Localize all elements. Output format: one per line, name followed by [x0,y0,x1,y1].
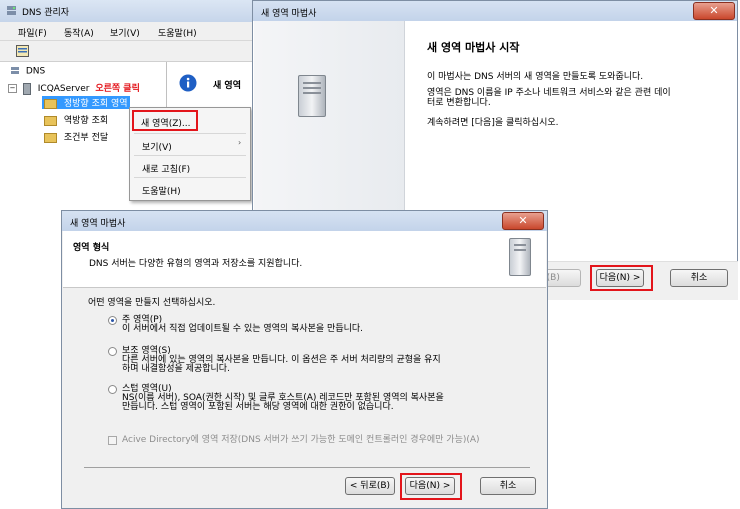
conditional-forwarders-label: 조건부 전달 [63,133,109,143]
dns-menubar: 파일(F) 동작(A) 보기(V) 도움말(H) [0,22,252,41]
ctx-separator [134,133,246,134]
zone-type-description: DNS 서버는 다양한 유형의 영역과 저장소를 지원합니다. [89,259,303,269]
submenu-arrow-icon: › [238,138,242,147]
highlight-next-button [400,473,462,500]
secondary-zone-desc-line2: 하며 내결함성을 제공합니다. [122,364,230,374]
primary-zone-radio[interactable] [108,316,117,325]
wizard-start-titlebar: 새 영역 마법사 ✕ [253,1,737,21]
folder-icon [44,98,57,109]
close-icon[interactable]: ✕ [693,2,735,20]
highlight-next-button [590,265,653,291]
wizard-zone-type-title: 새 영역 마법사 [70,219,126,229]
back-button[interactable]: < 뒤로(B) [345,477,395,495]
details-title: 새 영역 [213,81,241,91]
tree-node-server[interactable]: − ICQAServer 오른쪽 클릭 [8,81,140,95]
ctx-help[interactable]: 도움말(H) [142,184,181,197]
tree-node-dns[interactable]: DNS [10,66,45,77]
menu-view[interactable]: 보기(V) [110,26,140,39]
dns-node-icon [11,67,19,74]
dns-manager-title: DNS 관리자 [22,8,70,18]
wizard-start-para2-line2: 터로 변환합니다. [427,98,491,108]
collapse-icon[interactable]: − [8,84,17,93]
stub-zone-desc-line2: 만듭니다. 스텁 영역이 포함된 서버는 해당 영역에 대한 권한이 없습니다. [122,402,394,412]
dns-toolbar [0,41,252,62]
ctx-refresh[interactable]: 새로 고침(F) [142,162,190,175]
server-icon [22,82,31,95]
folder-icon [44,115,57,126]
ctx-view[interactable]: 보기(V) [142,140,172,153]
cancel-button[interactable]: 취소 [480,477,536,495]
tree-node-reverse-zone[interactable]: 역방향 조회 [44,113,108,126]
tree-node-dns-label: DNS [25,66,46,77]
server-icon [298,75,326,117]
wizard-start-para3: 계속하려면 [다음]을 클릭하십시오. [427,118,559,128]
button-separator [84,467,530,468]
server-icon [509,238,531,276]
menu-action[interactable]: 동작(A) [64,26,94,39]
stub-zone-radio[interactable] [108,385,117,394]
dns-manager-titlebar: DNS 관리자 [0,0,252,22]
ad-store-label: Acive Directory에 영역 저장(DNS 서버가 쓰기 가능한 도메… [122,435,480,445]
menu-help[interactable]: 도움말(H) [158,26,197,39]
ctx-separator [134,177,246,178]
secondary-zone-radio[interactable] [108,347,117,356]
wizard-zone-type-titlebar: 새 영역 마법사 ✕ [62,211,547,231]
tree-node-conditional-forwarders[interactable]: 조건부 전달 [44,130,108,143]
wizard-zone-type-window: 새 영역 마법사 ✕ 영역 형식 DNS 서버는 다양한 유형의 영역과 저장소… [61,210,548,509]
info-icon [179,74,197,92]
toolbar-properties-icon[interactable] [16,45,29,57]
dns-app-icon [7,6,16,15]
wizard-start-heading: 새 영역 마법사 시작 [427,41,520,54]
right-click-annotation: 오른쪽 클릭 [95,84,140,94]
cancel-button[interactable]: 취소 [670,269,728,287]
zone-type-heading: 영역 형식 [73,243,110,253]
highlight-new-zone [132,110,198,131]
dns-manager-window: DNS 관리자 파일(F) 동작(A) 보기(V) 도움말(H) DNS − I… [0,0,253,201]
close-icon[interactable]: ✕ [502,212,544,230]
menu-file[interactable]: 파일(F) [18,26,47,39]
wizard-zone-type-header: 영역 형식 DNS 서버는 다양한 유형의 영역과 저장소를 지원합니다. [63,231,546,288]
ad-store-checkbox[interactable] [108,436,117,445]
reverse-zone-label: 역방향 조회 [63,116,109,126]
primary-zone-desc: 이 서버에서 직접 업데이트될 수 있는 영역의 복사본을 만듭니다. [122,324,364,334]
tree-node-server-label: ICQAServer [37,84,90,94]
folder-icon [44,132,57,143]
forward-zone-label: 정방향 조회 영역 [63,99,128,109]
wizard-start-title: 새 영역 마법사 [261,9,317,19]
zone-prompt: 어떤 영역을 만들지 선택하십시오. [88,298,216,308]
tree-node-forward-zone[interactable]: 정방향 조회 영역 [42,96,130,109]
wizard-start-para1: 이 마법사는 DNS 서버의 새 영역을 만들도록 도와줍니다. [427,72,644,82]
ctx-separator [134,155,246,156]
